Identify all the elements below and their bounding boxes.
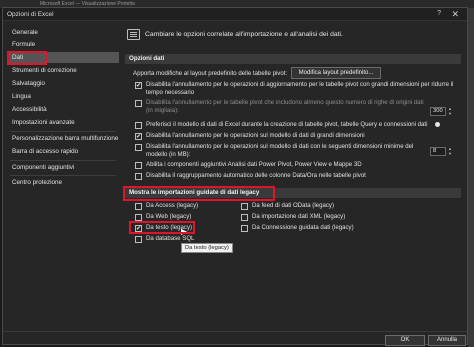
legacy-access-checkbox[interactable] — [135, 203, 142, 210]
option-prefer-data-model-checkbox[interactable] — [135, 122, 142, 129]
help-icon[interactable]: ? — [437, 10, 441, 17]
option-disable-undo-large-model-checkbox[interactable] — [135, 133, 142, 140]
legacy-xml-label: Da importazione dati XML (legacy) — [252, 213, 346, 220]
option-disable-undo-model-size-checkbox[interactable] — [135, 144, 142, 151]
legacy-connection-label: Da Connessione guidata dati (legacy) — [252, 224, 354, 231]
legacy-sql-label: Da database SQL — [146, 235, 195, 242]
legacy-xml-checkbox[interactable] — [241, 214, 248, 221]
sidebar-item-accessibilita[interactable]: Accessibilità — [7, 104, 119, 115]
legacy-access-label: Da Access (legacy) — [146, 202, 199, 209]
option-label: Disabilita l'annullamento per le operazi… — [146, 81, 454, 88]
sidebar-item-personalizzazione-barra[interactable]: Personalizzazione barra multifunzione — [7, 133, 119, 144]
sidebar-item-generale[interactable]: Generale — [7, 27, 119, 38]
cancel-button[interactable]: Annulla — [428, 335, 466, 346]
legacy-web-label: Da Web (legacy) — [146, 213, 192, 220]
spin-down-icon[interactable]: ▼ — [448, 111, 452, 116]
footer-divider — [3, 331, 467, 332]
section-opzioni-dati: Opzioni dati — [125, 54, 461, 64]
legacy-odata-checkbox[interactable] — [241, 203, 248, 210]
option-label: Disabilita l'annullamento per le operazi… — [146, 132, 365, 139]
highlight-legacy-section — [123, 186, 275, 201]
title-bar: Opzioni di Excel ? ✕ — [3, 8, 467, 21]
option-label-cont: (in migliaia): — [146, 107, 179, 114]
dialog-title: Opzioni di Excel — [7, 11, 54, 18]
options-dialog: Opzioni di Excel ? ✕ Generale Formule Da… — [2, 7, 468, 346]
option-disable-auto-grouping-checkbox[interactable] — [135, 173, 142, 180]
sidebar-item-salvataggio[interactable]: Salvataggio — [7, 78, 119, 89]
main-panel: Cambiare le opzioni correlate all'import… — [121, 25, 465, 325]
highlight-dati — [7, 51, 47, 65]
rows-threshold-input[interactable]: 300 — [430, 107, 446, 116]
sidebar-item-barra-accesso-rapido[interactable]: Barra di accesso rapido — [7, 146, 119, 157]
legacy-web-checkbox[interactable] — [135, 214, 142, 221]
option-disable-undo-refresh-checkbox[interactable] — [135, 82, 142, 89]
legacy-odata-label: Da feed di dati OData (legacy) — [252, 202, 334, 209]
legacy-connection-checkbox[interactable] — [241, 225, 248, 232]
tooltip: Da testo (legacy) — [181, 243, 233, 253]
sidebar-item-strumenti-correzione[interactable]: Strumenti di correzione — [7, 65, 119, 76]
info-icon[interactable] — [435, 122, 440, 127]
option-disable-undo-rows-checkbox[interactable] — [135, 100, 142, 107]
background-scrollbar — [468, 8, 474, 347]
edit-default-layout-button[interactable]: Modifica layout predefinito... — [291, 67, 381, 79]
option-label: Disabilita il raggruppamento automatico … — [146, 172, 366, 179]
pivot-layout-label: Apporta modifiche al layout predefinito … — [133, 70, 288, 77]
data-options-icon — [127, 29, 140, 40]
page-description: Cambiare le opzioni correlate all'import… — [145, 31, 343, 38]
sidebar-divider — [10, 131, 116, 132]
sidebar-divider — [10, 160, 116, 161]
close-icon[interactable]: ✕ — [451, 9, 459, 20]
option-label: Abilita i componenti aggiuntivi Analisi … — [146, 161, 362, 168]
spin-down-icon[interactable]: ▼ — [448, 151, 452, 156]
sidebar-divider — [10, 175, 116, 176]
sidebar-item-componenti-aggiuntivi[interactable]: Componenti aggiuntivi — [7, 162, 119, 173]
option-label-cont: modello (in MB): — [146, 151, 191, 158]
highlight-legacy-text — [129, 221, 195, 234]
sidebar-item-centro-protezione[interactable]: Centro protezione — [7, 177, 119, 188]
sidebar-item-formule[interactable]: Formule — [7, 39, 119, 50]
option-enable-addins-checkbox[interactable] — [135, 162, 142, 169]
option-label-cont: tempo necessario — [146, 89, 195, 96]
option-label: Preferisci il modello di dati di Excel d… — [146, 121, 428, 128]
ok-button[interactable]: OK — [385, 335, 425, 346]
option-label: Disabilita l'annullamento per le operazi… — [146, 143, 414, 150]
legacy-sql-checkbox[interactable] — [135, 236, 142, 243]
option-label: Disabilita l'annullamento per le tabelle… — [146, 99, 424, 106]
model-size-input[interactable]: 8 — [430, 147, 446, 156]
sidebar-item-impostazioni-avanzate[interactable]: Impostazioni avanzate — [7, 117, 119, 128]
sidebar-item-lingua[interactable]: Lingua — [7, 91, 119, 102]
sidebar: Generale Formule Dati Strumenti di corre… — [7, 25, 119, 325]
